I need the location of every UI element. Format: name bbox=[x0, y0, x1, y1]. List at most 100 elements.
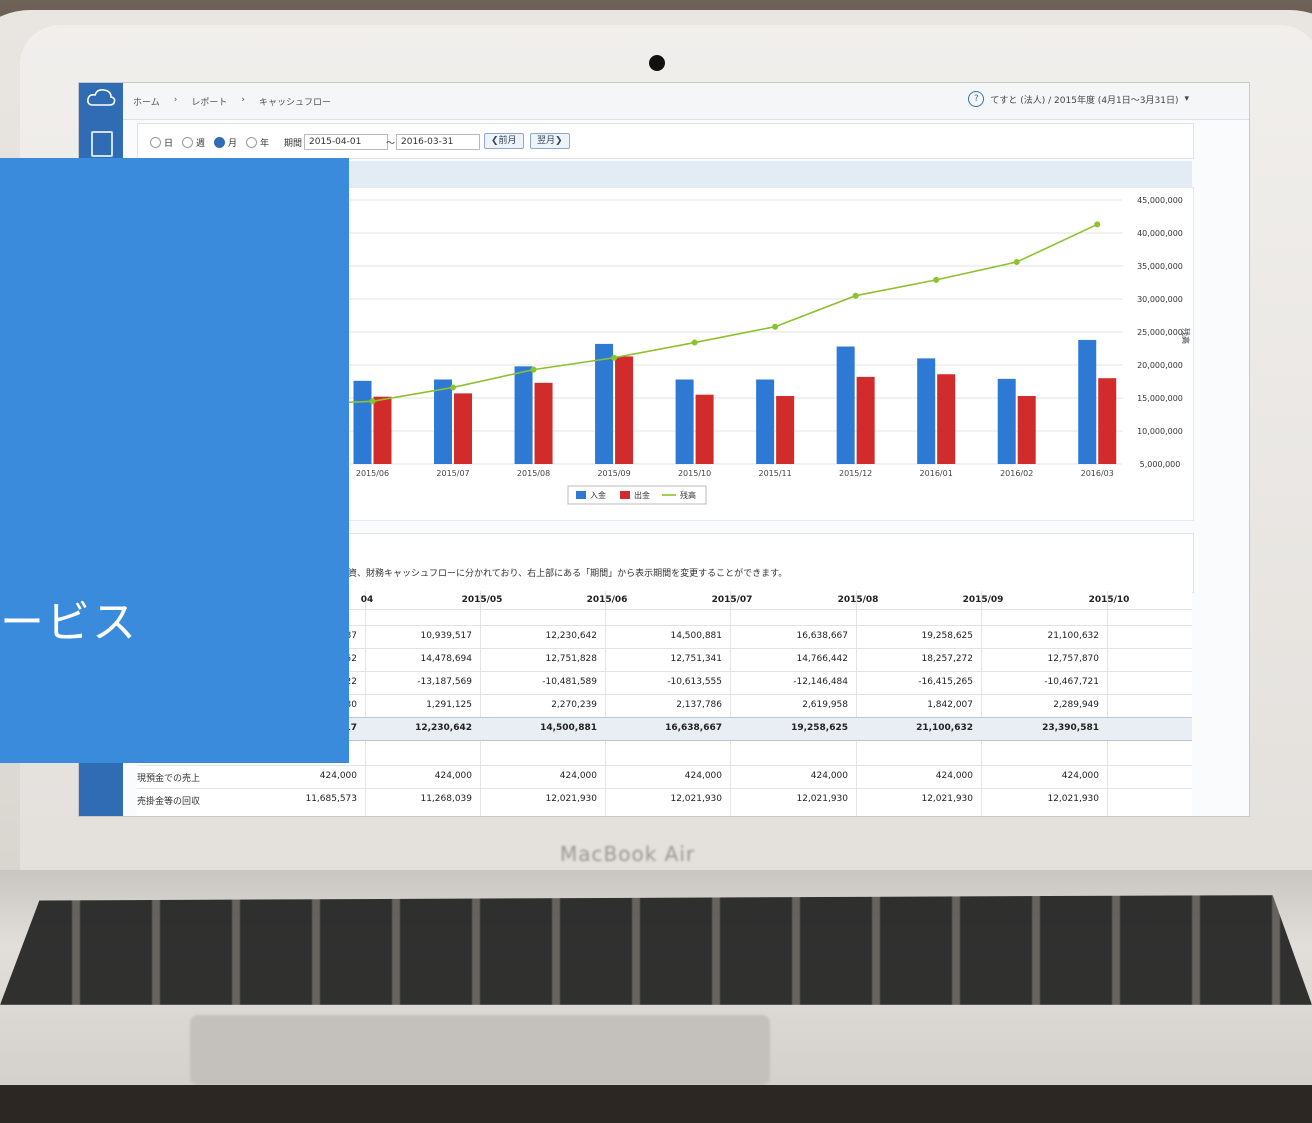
y-tick-label: 5,000,000 bbox=[1140, 460, 1181, 469]
chevron-right-icon: › bbox=[173, 95, 178, 105]
column-header: 2015/05 bbox=[461, 595, 503, 605]
bar-inflow bbox=[514, 366, 533, 464]
description-text: 資、財務キャッシュフローに分かれており、右上部にある「期間」から表示期間を変更す… bbox=[348, 569, 788, 579]
table-cell: -10,481,589 bbox=[542, 677, 597, 687]
balance-point bbox=[450, 384, 457, 391]
end-date-input[interactable]: 2016-03-31 bbox=[396, 134, 480, 150]
keyboard bbox=[0, 895, 1312, 1005]
x-tick-label: 2016/02 bbox=[1000, 469, 1033, 478]
trackpad bbox=[190, 1015, 770, 1085]
radio-day[interactable] bbox=[150, 137, 161, 148]
table-cell: 12,021,930 bbox=[921, 794, 973, 804]
table-cell: 1,291,125 bbox=[426, 700, 472, 710]
bar-inflow bbox=[836, 346, 855, 464]
total-cell: 16,638,667 bbox=[665, 723, 722, 733]
table-cell: 12,021,930 bbox=[1047, 794, 1099, 804]
table-cell: 424,000 bbox=[319, 771, 357, 781]
user-menu[interactable]: ? てすと (法人) / 2015年度 (4月1日〜3月31日) ▾ bbox=[968, 91, 1189, 107]
bar-inflow bbox=[675, 379, 694, 464]
table-cell: -10,613,555 bbox=[667, 677, 722, 687]
total-cell: 12,230,642 bbox=[415, 723, 472, 733]
legend-inflow-label: 入金 bbox=[590, 490, 606, 500]
table-cell: 12,757,870 bbox=[1047, 654, 1099, 664]
table-cell: 12,021,930 bbox=[796, 794, 848, 804]
table-cell: 12,751,828 bbox=[545, 654, 597, 664]
x-tick-label: 2015/12 bbox=[839, 469, 872, 478]
breadcrumb-home[interactable]: ホーム bbox=[133, 95, 160, 108]
legend-outflow-swatch bbox=[620, 491, 630, 499]
radio-year-label: 年 bbox=[260, 139, 270, 149]
table-cell: 1,842,007 bbox=[927, 700, 973, 710]
table-cell: 12,021,930 bbox=[670, 794, 722, 804]
overlay-text: ービス bbox=[0, 597, 138, 648]
radio-month-label: 月 bbox=[228, 139, 238, 149]
row-divider bbox=[137, 788, 1192, 789]
table-cell: 14,500,881 bbox=[670, 631, 722, 641]
document-add-icon[interactable] bbox=[91, 131, 113, 157]
table-cell: 19,258,625 bbox=[921, 631, 973, 641]
breadcrumb-cashflow: キャッシュフロー bbox=[258, 98, 331, 108]
table-cell: 424,000 bbox=[434, 771, 472, 781]
bar-inflow bbox=[353, 380, 372, 464]
row-label: 現預金での売上 bbox=[137, 774, 201, 784]
x-tick-label: 2016/01 bbox=[920, 469, 953, 478]
table-cell: 424,000 bbox=[935, 771, 973, 781]
balance-point bbox=[530, 366, 537, 373]
table-cell: 12,751,341 bbox=[670, 654, 722, 664]
blue-overlay-panel: ービス bbox=[0, 158, 349, 763]
balance-point bbox=[691, 339, 698, 346]
table-cell: -10,467,721 bbox=[1044, 677, 1099, 687]
balance-point bbox=[1013, 259, 1020, 266]
bar-outflow bbox=[454, 393, 473, 464]
x-tick-label: 2015/09 bbox=[597, 469, 630, 478]
breadcrumb: ホーム › レポート › キャッシュフロー bbox=[133, 95, 331, 108]
y-tick-label: 15,000,000 bbox=[1137, 394, 1183, 403]
bar-inflow bbox=[595, 343, 614, 464]
radio-month[interactable] bbox=[214, 137, 225, 148]
total-cell: 19,258,625 bbox=[791, 723, 848, 733]
x-tick-label: 2015/10 bbox=[678, 469, 711, 478]
column-header: 2015/10 bbox=[1088, 595, 1130, 605]
table-cell: 2,289,949 bbox=[1053, 700, 1099, 710]
bar-inflow bbox=[997, 378, 1016, 464]
period-label: 期間 bbox=[284, 139, 303, 149]
balance-point bbox=[852, 292, 859, 299]
company-period-label: てすと (法人) / 2015年度 (4月1日〜3月31日) bbox=[990, 95, 1179, 106]
table-cell: 424,000 bbox=[559, 771, 597, 781]
balance-point bbox=[1094, 221, 1101, 228]
chevron-down-icon[interactable]: ▾ bbox=[1184, 94, 1189, 104]
table-cell: 424,000 bbox=[684, 771, 722, 781]
next-month-button[interactable]: 翌月❯ bbox=[530, 133, 570, 149]
start-date-input[interactable]: 2015-04-01 bbox=[304, 134, 388, 150]
total-cell: 21,100,632 bbox=[916, 723, 973, 733]
table-cell: 424,000 bbox=[810, 771, 848, 781]
breadcrumb-report[interactable]: レポート bbox=[191, 95, 227, 108]
bar-outflow bbox=[776, 396, 795, 464]
camera-icon bbox=[649, 55, 665, 71]
bar-outflow bbox=[1098, 378, 1117, 464]
table-cell: 16,638,667 bbox=[796, 631, 848, 641]
legend-outflow-label: 出金 bbox=[634, 490, 650, 500]
cloud-logo-icon[interactable] bbox=[85, 87, 117, 115]
table-cell: 2,619,958 bbox=[802, 700, 848, 710]
y-tick-label: 30,000,000 bbox=[1137, 295, 1183, 304]
table-surface bbox=[0, 1085, 1312, 1123]
y-tick-label: 45,000,000 bbox=[1137, 196, 1183, 205]
table-cell: -16,415,265 bbox=[918, 677, 973, 687]
y-tick-label: 20,000,000 bbox=[1137, 361, 1183, 370]
row-label: 売掛金等の回収 bbox=[137, 797, 201, 807]
balance-point bbox=[933, 276, 940, 283]
table-cell: 18,257,272 bbox=[921, 654, 973, 664]
radio-day-label: 日 bbox=[164, 139, 174, 149]
legend-inflow-swatch bbox=[576, 491, 586, 499]
radio-week[interactable] bbox=[182, 137, 193, 148]
legend-balance-label: 残高 bbox=[680, 490, 696, 500]
bar-outflow bbox=[615, 356, 634, 464]
help-icon[interactable]: ? bbox=[968, 91, 985, 107]
prev-month-button[interactable]: ❮前月 bbox=[484, 133, 524, 149]
bar-outflow bbox=[1017, 396, 1036, 464]
table-cell: 12,021,930 bbox=[545, 794, 597, 804]
table-cell: 11,685,573 bbox=[305, 794, 357, 804]
radio-year[interactable] bbox=[246, 137, 257, 148]
bar-inflow bbox=[434, 379, 453, 464]
